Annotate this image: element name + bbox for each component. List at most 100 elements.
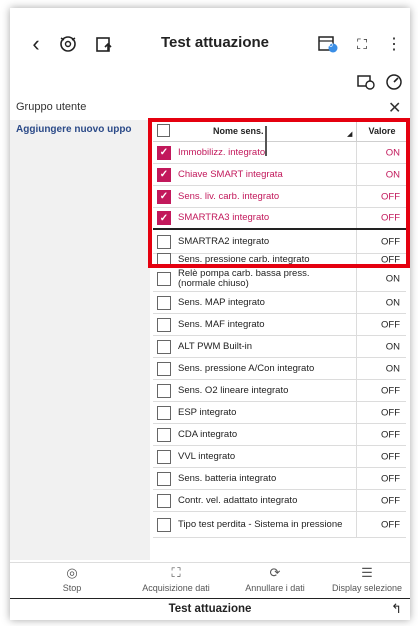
acquire-data-label: Acquisizione dati	[142, 583, 210, 593]
refresh-icon: ⟳	[269, 565, 281, 580]
row-checkbox[interactable]	[157, 493, 171, 508]
table-row[interactable]: Sens. MAF integrato OFF	[153, 314, 406, 336]
table-row[interactable]: VVL integrato OFF	[153, 446, 406, 468]
column-header-value: Valore	[368, 126, 396, 136]
user-group-row: Gruppo utente ✕	[10, 98, 410, 120]
sensor-name: Sens. pressione A/Con integrato	[178, 362, 315, 374]
row-checkbox[interactable]	[157, 427, 171, 442]
sensor-name: VVL integrato	[178, 450, 236, 462]
table-row[interactable]: Contr. vel. adattato integrato OFF	[153, 490, 406, 512]
table-row[interactable]: Sens. O2 lineare integrato OFF	[153, 380, 406, 402]
record-badge: 0	[329, 42, 333, 49]
row-checkbox[interactable]: ✓	[157, 167, 171, 182]
cancel-data-button[interactable]: ⟳ Annullare i dati	[230, 565, 320, 593]
row-checkbox[interactable]: ✓	[157, 211, 171, 225]
row-checkbox[interactable]	[157, 471, 171, 486]
row-checkbox[interactable]	[157, 405, 171, 420]
app-window: ‹ Test attuazione 0 ⛶ ⋮ Gruppo utente ✕ …	[10, 8, 410, 620]
table-body: ✓ Immobilizz. integrato ON ✓ Chiave SMART in…	[153, 142, 406, 538]
record-icon[interactable]: 0	[316, 32, 340, 56]
stop-button[interactable]: ◎ Stop	[52, 565, 92, 593]
footer-title: Test attuazione	[168, 603, 252, 615]
column-divider	[356, 490, 357, 511]
sensor-table: Nome sens. ◢ Valore ✓ Immobilizz. integra…	[153, 120, 410, 562]
sensor-value: OFF	[381, 254, 400, 265]
list-icon: ☰	[361, 565, 373, 580]
page-title: Test attuazione	[160, 34, 270, 51]
table-header: Nome sens. ◢ Valore	[153, 120, 406, 142]
table-row[interactable]: ALT PWM Built-in ON	[153, 336, 406, 358]
add-group-link[interactable]: Aggiungere nuovo uppo	[16, 124, 136, 135]
row-checkbox[interactable]	[157, 339, 171, 354]
row-checkbox[interactable]	[157, 295, 171, 310]
row-checkbox[interactable]: ✓	[157, 145, 171, 160]
sensor-value: OFF	[381, 385, 400, 396]
table-row[interactable]: Sens. batteria integrato OFF	[153, 468, 406, 490]
sensor-value: OFF	[381, 236, 400, 247]
table-row[interactable]: Sens. pressione carb. integrato OFF	[153, 252, 406, 267]
upload-document-icon[interactable]	[92, 32, 116, 56]
column-divider	[356, 512, 357, 537]
gauge-icon[interactable]	[382, 70, 406, 94]
row-checkbox[interactable]	[157, 317, 171, 332]
sensor-value: OFF	[381, 473, 400, 484]
cancel-data-label: Annullare i dati	[245, 583, 305, 593]
column-divider	[356, 336, 357, 357]
top-header: ‹ Test attuazione 0 ⛶ ⋮	[10, 28, 410, 60]
table-row[interactable]: ESP integrato OFF	[153, 402, 406, 424]
table-row[interactable]: ✓ Chiave SMART integrata ON	[153, 164, 406, 186]
column-divider	[356, 254, 357, 265]
table-row[interactable]: ✓ Immobilizz. integrato ON	[153, 142, 406, 164]
stop-label: Stop	[62, 583, 82, 593]
sensor-name: SMARTRA2 integrato	[178, 235, 270, 247]
sensor-name: ESP integrato	[178, 406, 237, 418]
row-checkbox[interactable]	[157, 252, 171, 267]
sensor-value: OFF	[381, 319, 400, 330]
bottom-toolbar: ◎ Stop ⛶ Acquisizione dati ⟳ Annullare i…	[10, 562, 410, 598]
table-row[interactable]: Sens. MAP integrato ON	[153, 292, 406, 314]
group-label: Gruppo utente	[16, 101, 87, 113]
table-row[interactable]: Sens. pressione A/Con integrato ON	[153, 358, 406, 380]
table-row[interactable]: CDA integrato OFF	[153, 424, 406, 446]
stop-icon: ◎	[66, 565, 78, 580]
table-row[interactable]: Tipo test perdita - Sistema in pressione…	[153, 512, 406, 538]
footer-bar: Test attuazione ↰	[10, 598, 410, 620]
close-icon[interactable]: ✕	[388, 98, 401, 118]
sensor-name: CDA integrato	[178, 428, 238, 440]
sensor-value: ON	[385, 147, 400, 158]
table-scrollbar[interactable]	[265, 126, 267, 156]
row-checkbox[interactable]	[157, 361, 171, 376]
column-divider	[356, 120, 357, 142]
column-header-name[interactable]: Nome sens.	[213, 126, 264, 136]
acquire-data-button[interactable]: ⛶ Acquisizione dati	[128, 565, 224, 593]
sensor-value: ON	[385, 169, 400, 180]
collapse-icon[interactable]: ↰	[391, 601, 402, 617]
display-selection-button[interactable]: ☰ Display selezione	[326, 565, 408, 593]
column-divider	[356, 142, 357, 163]
row-checkbox[interactable]	[157, 271, 171, 286]
back-icon[interactable]: ‹	[24, 31, 48, 56]
row-checkbox[interactable]	[157, 449, 171, 464]
fullscreen-icon[interactable]: ⛶	[350, 32, 374, 56]
row-checkbox[interactable]	[157, 383, 171, 398]
table-row[interactable]: ✓ Sens. liv. carb. integrato OFF	[153, 186, 406, 208]
table-row[interactable]: ✓ SMARTRA3 integrato OFF	[153, 208, 406, 230]
vehicle-settings-icon[interactable]	[56, 32, 80, 56]
sort-icon[interactable]: ◢	[347, 130, 352, 138]
select-all-checkbox[interactable]	[157, 124, 170, 137]
column-divider	[356, 314, 357, 335]
table-row[interactable]: Relè pompa carb. bassa press. (normale c…	[153, 266, 406, 292]
sensor-value: OFF	[381, 429, 400, 440]
sensor-name: Sens. O2 lineare integrato	[178, 384, 289, 396]
row-checkbox[interactable]	[157, 234, 171, 249]
sensor-name: Sens. MAF integrato	[178, 318, 265, 330]
column-divider	[356, 358, 357, 379]
vehicle-status-icon[interactable]	[354, 70, 378, 94]
column-divider	[356, 446, 357, 467]
column-divider	[356, 230, 357, 253]
row-checkbox[interactable]: ✓	[157, 189, 171, 204]
more-menu-icon[interactable]: ⋮	[382, 32, 406, 56]
row-checkbox[interactable]	[157, 517, 171, 532]
column-divider	[356, 380, 357, 401]
table-row[interactable]: SMARTRA2 integrato OFF	[153, 230, 406, 254]
